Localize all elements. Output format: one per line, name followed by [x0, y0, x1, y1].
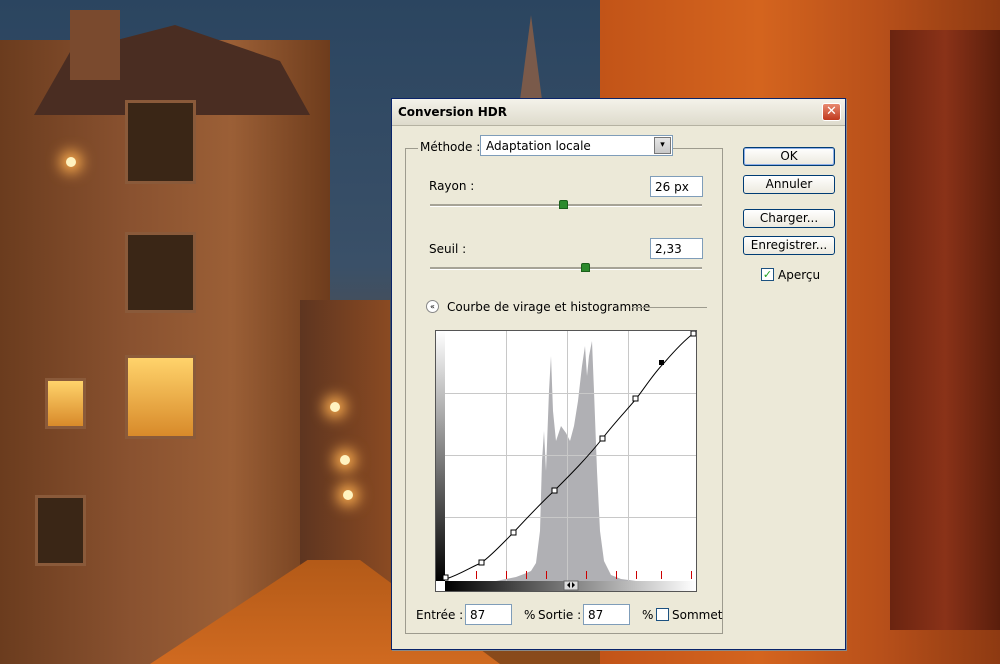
method-label: Méthode : [418, 140, 483, 154]
threshold-slider-track[interactable] [430, 267, 702, 270]
street-lamp [66, 157, 76, 167]
save-button[interactable]: Enregistrer... [743, 236, 835, 255]
preview-label[interactable]: Aperçu [778, 268, 820, 282]
street-lamp [330, 402, 340, 412]
window [125, 100, 196, 184]
window [125, 355, 196, 439]
close-icon[interactable]: ✕ [822, 103, 841, 121]
selected-curve-point [659, 360, 664, 365]
histogram [446, 341, 636, 581]
input-label: Entrée : [416, 608, 464, 622]
radius-input[interactable]: 26 px [650, 176, 703, 197]
output-percent: % [642, 608, 654, 622]
input-range-marker [563, 580, 579, 591]
radius-slider-thumb[interactable] [559, 200, 569, 209]
tone-curve-graph[interactable] [435, 330, 697, 592]
corner-checkbox[interactable] [656, 608, 669, 621]
method-value: Adaptation locale [486, 139, 591, 153]
corner-label[interactable]: Sommet [672, 608, 722, 622]
load-button[interactable]: Charger... [743, 209, 835, 228]
curve-canvas[interactable] [436, 331, 696, 591]
input-percent: % [524, 608, 536, 622]
street-lamp [343, 490, 353, 500]
input-value-field[interactable]: 87 [465, 604, 512, 625]
wooden-door [890, 30, 1000, 630]
output-label: Sortie : [538, 608, 582, 622]
window [45, 378, 86, 429]
preview-checkbox[interactable]: ✓ [761, 268, 774, 281]
threshold-label: Seuil : [429, 242, 467, 256]
output-gradient-strip [436, 331, 445, 581]
method-select[interactable]: Adaptation locale ▾ [480, 135, 673, 156]
collapse-toggle-icon[interactable]: « [426, 300, 439, 313]
ok-button[interactable]: OK [743, 147, 835, 166]
output-value-field[interactable]: 87 [583, 604, 630, 625]
title-bar[interactable]: Conversion HDR ✕ [392, 99, 845, 126]
section-divider [632, 307, 707, 308]
hdr-conversion-dialog: Conversion HDR ✕ Méthode : Adaptation lo… [391, 98, 846, 650]
dialog-title: Conversion HDR [398, 105, 507, 119]
threshold-input[interactable]: 2,33 [650, 238, 703, 259]
chevron-down-icon[interactable]: ▾ [654, 137, 671, 154]
curve-section-title: Courbe de virage et histogramme [447, 300, 655, 314]
window [35, 495, 86, 566]
chimney [70, 10, 120, 80]
threshold-slider-thumb[interactable] [581, 263, 591, 272]
church-spire [520, 15, 542, 100]
radius-label: Rayon : [429, 179, 475, 193]
cancel-button[interactable]: Annuler [743, 175, 835, 194]
street-lamp [340, 455, 350, 465]
window [125, 232, 196, 313]
